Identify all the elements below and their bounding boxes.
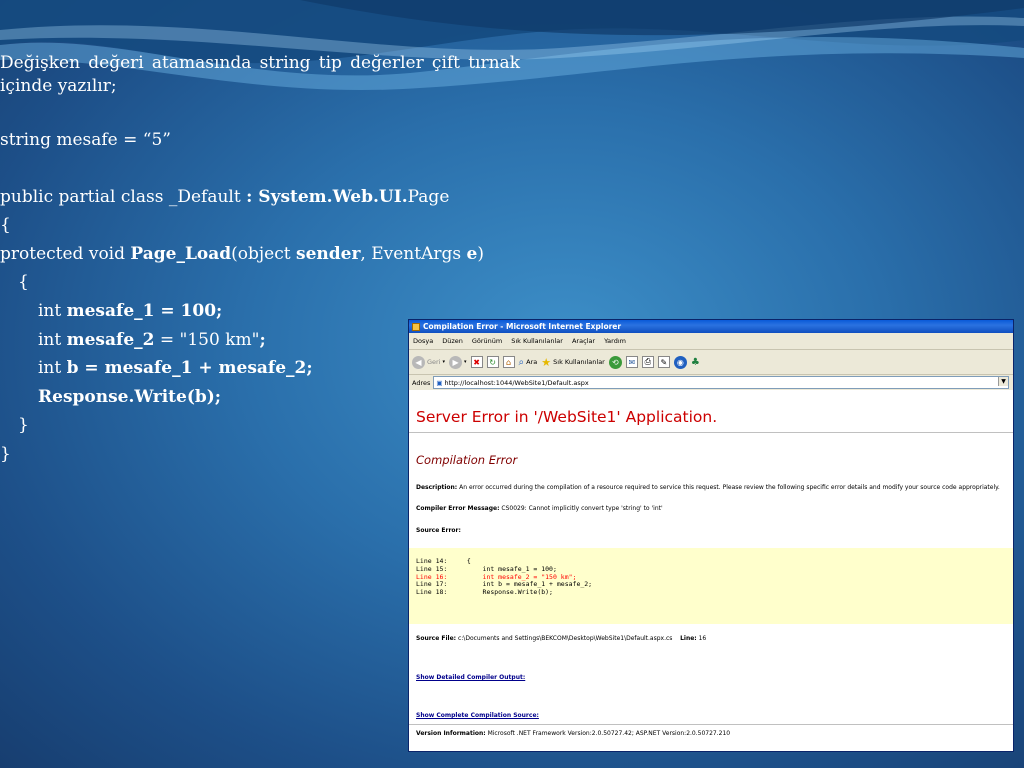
ie-titlebar: Compilation Error - Microsoft Internet E… (409, 320, 1013, 333)
source-error-label: Source Error: (416, 527, 461, 534)
address-url: http://localhost:1044/WebSite1/Default.a… (444, 378, 589, 387)
code-method-line: protected void Page_Load(object sender, … (0, 243, 484, 264)
edit-icon[interactable]: ✎ (657, 356, 670, 368)
source-line: Line 18: Response.Write(b); (416, 588, 553, 597)
compilation-error-heading: Compilation Error (416, 453, 518, 467)
mail-icon[interactable]: ✉ (625, 356, 638, 368)
code-open-brace-inner: { (18, 272, 29, 293)
forward-button[interactable]: ▶ ▾ (449, 355, 467, 369)
search-button[interactable]: ⌕ Ara (519, 357, 538, 368)
menu-favorites[interactable]: Sık Kullanılanlar (511, 337, 563, 345)
page-content: Server Error in '/WebSite1' Application.… (409, 390, 1013, 751)
forward-arrow-icon: ▶ (449, 355, 463, 369)
assign-example: string mesafe = “5” (0, 130, 171, 150)
menu-tools[interactable]: Araçlar (572, 337, 595, 345)
home-icon[interactable]: ⌂ (502, 356, 515, 368)
ie-window: Compilation Error - Microsoft Internet E… (408, 319, 1014, 752)
address-bar: Adres ▣ http://localhost:1044/WebSite1/D… (409, 375, 1013, 391)
stop-icon[interactable]: ✖ (470, 356, 483, 368)
compiler-error-message: Compiler Error Message: CS0029: Cannot i… (416, 505, 663, 512)
intro-text: Değişken değeri atamasında string tip de… (0, 53, 520, 96)
menu-file[interactable]: Dosya (413, 337, 433, 345)
source-line: Line 14: { (416, 557, 471, 565)
divider (409, 432, 1013, 433)
version-info: Version Information: Microsoft .NET Fram… (409, 724, 1013, 751)
show-detailed-output-link[interactable]: Show Detailed Compiler Output: (416, 674, 525, 681)
menu-help[interactable]: Yardım (604, 337, 626, 345)
source-error-box: Line 14: { Line 15: int mesafe_1 = 100; … (409, 548, 1013, 624)
menu-edit[interactable]: Düzen (442, 337, 463, 345)
source-line-error: Line 16: int mesafe_2 = "150 km"; (416, 572, 577, 581)
menu-view[interactable]: Görünüm (472, 337, 502, 345)
source-line: Line 15: int mesafe_1 = 100; (416, 564, 557, 573)
discuss-icon[interactable]: ♣ (691, 357, 700, 368)
back-arrow-icon: ◀ (412, 355, 425, 369)
menu-bar: Dosya Düzen Görünüm Sık Kullanılanlar Ar… (409, 333, 1013, 350)
description: Description: An error occurred during th… (416, 484, 1000, 491)
address-input[interactable]: ▣ http://localhost:1044/WebSite1/Default… (433, 376, 1009, 389)
search-icon: ⌕ (518, 356, 525, 368)
address-label: Adres (412, 378, 431, 387)
messenger-icon[interactable]: ◉ (673, 355, 687, 369)
window-title: Compilation Error - Microsoft Internet E… (423, 322, 622, 331)
source-line: Line 17: int b = mesafe_1 + mesafe_2; (416, 580, 593, 589)
refresh-icon[interactable]: ↻ (486, 356, 499, 368)
show-complete-source-link[interactable]: Show Complete Compilation Source: (416, 712, 539, 719)
toolbar: ◀ Geri ▾ ▶ ▾ ✖ ↻ ⌂ ⌕ Ara ★ Sık Kullanılanlar … (409, 350, 1013, 375)
page-icon: ▣ (436, 378, 443, 387)
server-error-heading: Server Error in '/WebSite1' Application. (416, 408, 718, 426)
ie-page-icon (412, 322, 420, 331)
code-class-line: public partial class _Default : System.W… (0, 186, 450, 207)
address-dropdown-icon[interactable]: ▼ (998, 377, 1008, 386)
source-file: Source File: c:\Documents and Settings\B… (416, 635, 707, 642)
star-icon: ★ (541, 355, 552, 369)
code-open-brace: { (0, 215, 11, 236)
print-icon[interactable]: ⎙ (641, 356, 654, 368)
favorites-button[interactable]: ★ Sık Kullanılanlar (541, 356, 605, 369)
history-icon[interactable]: ⟲ (608, 355, 622, 369)
back-button[interactable]: ◀ Geri ▾ (412, 355, 445, 369)
